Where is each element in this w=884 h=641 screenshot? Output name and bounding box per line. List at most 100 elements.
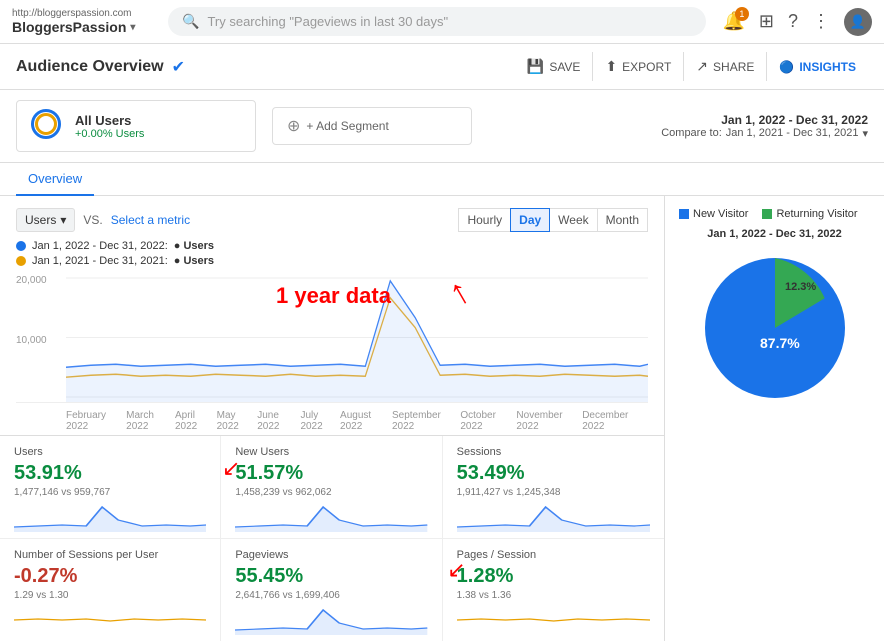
add-segment-button[interactable]: ⊕ + Add Segment — [272, 107, 472, 145]
metric-name-new-users: New Users — [235, 446, 427, 458]
x-label-mar: March 2022 — [126, 410, 175, 432]
chart-controls: Users ▾ VS. Select a metric Hourly Day W… — [16, 208, 648, 232]
mini-chart-users — [14, 502, 206, 532]
metric-values-new-users: 1,458,239 vs 962,062 — [235, 487, 427, 498]
verified-icon: ✔ — [172, 57, 185, 77]
chart-area: 20,000 10,000 1 year data ↑ — [16, 273, 648, 403]
legend-item-2022: Jan 1, 2022 - Dec 31, 2022: ● Users — [16, 240, 648, 252]
metric-values-pageviews: 2,641,766 vs 1,699,406 — [235, 590, 427, 601]
brand-name[interactable]: BloggersPassion ▾ — [12, 19, 152, 35]
metric-pct-sessions: 53.49% — [457, 462, 650, 485]
segment-icon — [31, 109, 65, 143]
segment-pct: +0.00% Users — [75, 128, 144, 140]
metric-name-pages-session: Pages / Session — [457, 549, 650, 561]
metric-values-users: 1,477,146 vs 959,767 — [14, 487, 206, 498]
pie-legend-new-visitor: New Visitor — [679, 208, 748, 220]
mini-chart-pageviews — [235, 605, 427, 635]
mini-chart-pages-session — [457, 605, 650, 635]
metric-card-new-users: New Users 51.57% 1,458,239 vs 962,062 — [221, 436, 442, 539]
metric-pct-pageviews: 55.45% — [235, 565, 427, 588]
help-icon[interactable]: ? — [788, 11, 798, 32]
mini-chart-sessions — [457, 502, 650, 532]
date-main: Jan 1, 2022 - Dec 31, 2022 — [661, 113, 868, 127]
dropdown-chevron-icon: ▾ — [60, 213, 66, 227]
share-button[interactable]: ↗ SHARE — [684, 52, 767, 81]
metrics-cards-area: Users 53.91% 1,477,146 vs 959,767 ↗ New … — [0, 436, 664, 641]
header-actions: 💾 SAVE ⬆ EXPORT ↗ SHARE 🔵 INSIGHTS — [515, 52, 868, 81]
vs-label: VS. — [83, 213, 102, 227]
segment-name: All Users — [75, 113, 144, 128]
metric-name-users: Users — [14, 446, 206, 458]
metric-card-pages-session: Pages / Session 1.28% 1.38 vs 1.36 — [443, 539, 664, 641]
metrics-section: Users 53.91% 1,477,146 vs 959,767 ↗ New … — [0, 435, 664, 641]
metric-name-sessions: Sessions — [457, 446, 650, 458]
search-bar[interactable]: 🔍 Try searching "Pageviews in last 30 da… — [168, 7, 706, 36]
time-btn-day[interactable]: Day — [510, 208, 550, 232]
avatar[interactable]: 👤 — [844, 8, 872, 36]
pie-legend: New Visitor Returning Visitor — [679, 208, 870, 220]
time-btn-month[interactable]: Month — [597, 208, 648, 232]
x-label-oct: October 2022 — [460, 410, 516, 432]
metric-name-pageviews: Pageviews — [235, 549, 427, 561]
x-label-nov: November 2022 — [516, 410, 582, 432]
compare-chevron-icon: ▾ — [862, 127, 868, 140]
top-navigation: http://bloggerspassion.com BloggersPassi… — [0, 0, 884, 44]
pie-pct-new: 87.7% — [760, 335, 800, 351]
pie-dot-blue — [679, 209, 689, 219]
more-icon[interactable]: ⋮ — [812, 11, 830, 32]
metric-pct-pages-session: 1.28% — [457, 565, 650, 588]
mini-chart-sessions-per-user — [14, 605, 206, 635]
tab-row: Overview — [0, 163, 884, 196]
metric-pct-sessions-per-user: -0.27% — [14, 565, 206, 588]
pie-container: 87.7% 12.3% — [679, 248, 870, 408]
metric-pct-users: 53.91% — [14, 462, 206, 485]
export-button[interactable]: ⬆ EXPORT — [593, 52, 684, 81]
x-label-jul: July 2022 — [300, 410, 340, 432]
chart-main: Users ▾ VS. Select a metric Hourly Day W… — [0, 196, 664, 641]
add-segment-label: + Add Segment — [306, 119, 388, 133]
segment-row: All Users +0.00% Users ⊕ + Add Segment J… — [0, 90, 884, 163]
x-axis: February 2022 March 2022 April 2022 May … — [16, 407, 648, 435]
time-buttons: Hourly Day Week Month — [459, 208, 648, 232]
tab-overview[interactable]: Overview — [16, 163, 94, 196]
page-title: Audience Overview — [16, 58, 164, 76]
save-button[interactable]: 💾 SAVE — [515, 52, 594, 81]
x-label-dec: December 2022 — [582, 410, 648, 432]
x-label-sep: September 2022 — [392, 410, 460, 432]
brand-chevron-icon: ▾ — [130, 22, 135, 33]
x-label-jun: June 2022 — [257, 410, 300, 432]
metric-pct-new-users: 51.57% — [235, 462, 427, 485]
x-label-feb: February 2022 — [66, 410, 126, 432]
pie-pct-returning: 12.3% — [785, 281, 816, 293]
notification-icon[interactable]: 🔔 1 — [722, 11, 744, 32]
pie-chart-svg: 87.7% 12.3% — [695, 248, 855, 408]
share-icon: ↗ — [696, 58, 708, 75]
time-btn-hourly[interactable]: Hourly — [458, 208, 511, 232]
legend-metric-2022: ● Users — [174, 240, 214, 252]
chart-svg — [66, 273, 648, 402]
metric-card-pageviews: Pageviews 55.45% 2,641,766 vs 1,699,406 … — [221, 539, 442, 641]
grid-icon[interactable]: ⊞ — [759, 11, 774, 32]
export-icon: ⬆ — [605, 58, 617, 75]
x-label-apr: April 2022 — [175, 410, 217, 432]
select-metric-link[interactable]: Select a metric — [111, 213, 190, 227]
chart-section: Users ▾ VS. Select a metric Hourly Day W… — [0, 196, 664, 435]
time-btn-week[interactable]: Week — [549, 208, 597, 232]
metric-values-sessions: 1,911,427 vs 1,245,348 — [457, 487, 650, 498]
segment-card-all-users[interactable]: All Users +0.00% Users — [16, 100, 256, 152]
mini-chart-new-users — [235, 502, 427, 532]
pie-label-returning: Returning Visitor — [776, 208, 857, 220]
pie-section: New Visitor Returning Visitor Jan 1, 202… — [664, 196, 884, 641]
pie-dot-green — [762, 209, 772, 219]
date-compare[interactable]: Compare to: Jan 1, 2021 - Dec 31, 2021 ▾ — [661, 127, 868, 140]
segment-info: All Users +0.00% Users — [75, 113, 144, 140]
metric-dropdown[interactable]: Users ▾ — [16, 208, 75, 232]
metric-selector: Users ▾ VS. Select a metric — [16, 208, 190, 232]
main-content: Users ▾ VS. Select a metric Hourly Day W… — [0, 196, 884, 641]
date-range-area: Jan 1, 2022 - Dec 31, 2022 Compare to: J… — [661, 113, 868, 140]
y-label-10k: 10,000 — [16, 335, 47, 346]
legend-metric-2021: ● Users — [174, 255, 214, 267]
insights-button[interactable]: 🔵 INSIGHTS — [767, 54, 868, 80]
metric-card-sessions-per-user: Number of Sessions per User -0.27% 1.29 … — [0, 539, 221, 641]
search-icon: 🔍 — [182, 13, 199, 30]
